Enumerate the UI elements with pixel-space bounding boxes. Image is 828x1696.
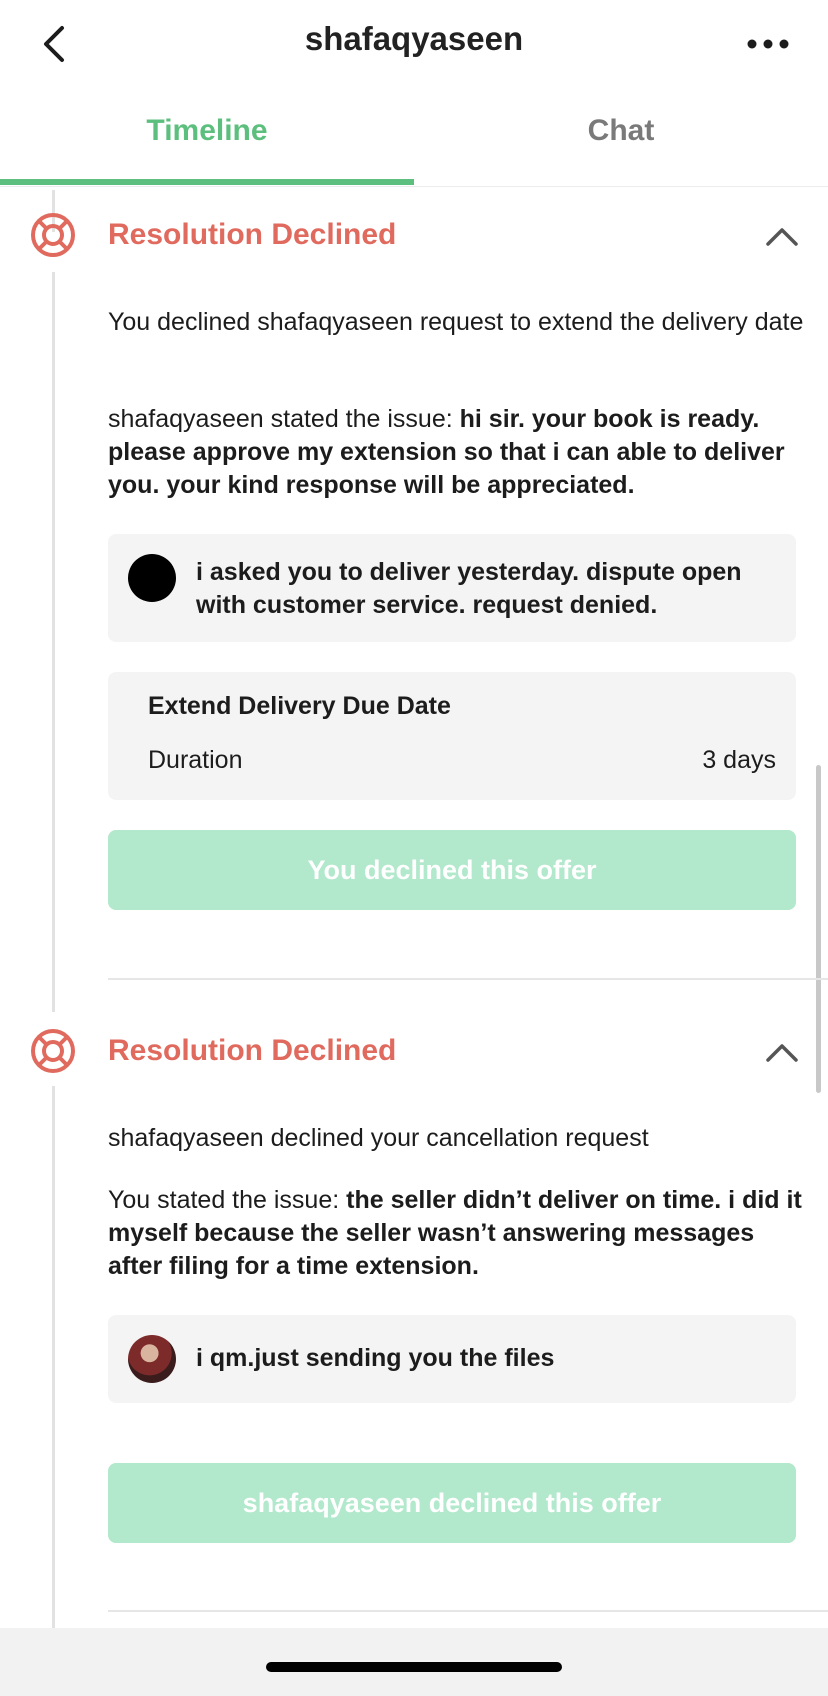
timeline-line: [52, 272, 55, 1012]
section-divider: [108, 1610, 828, 1612]
chevron-up-icon[interactable]: [764, 1040, 800, 1064]
tab-timeline[interactable]: Timeline: [0, 114, 414, 148]
issue-prefix: shafaqyaseen stated the issue:: [108, 405, 460, 433]
offer-status-button[interactable]: You declined this offer: [108, 830, 796, 910]
section-divider: [108, 978, 828, 980]
section-title: Resolution Declined: [108, 1034, 397, 1067]
reply-message: i asked you to deliver yesterday. disput…: [108, 534, 796, 642]
timeline-line: [52, 1086, 55, 1628]
page-title: shafaqyaseen: [304, 20, 524, 57]
scrollbar[interactable]: [816, 765, 821, 1093]
issue-statement: You stated the issue: the seller didn’t …: [108, 1184, 808, 1283]
tab-bar: Timeline Chat: [0, 100, 828, 187]
offer-details: Extend Delivery Due Date Duration 3 days: [108, 672, 796, 800]
tab-chat[interactable]: Chat: [414, 114, 828, 148]
lifebuoy-icon: [31, 1029, 75, 1073]
reply-text: i qm.just sending you the files: [196, 1344, 555, 1372]
active-tab-indicator: [0, 179, 414, 185]
more-options-icon[interactable]: [744, 30, 792, 58]
issue-statement: shafaqyaseen stated the issue: hi sir. y…: [108, 403, 808, 502]
offer-status-button[interactable]: shafaqyaseen declined this offer: [108, 1463, 796, 1543]
home-indicator-bar: [0, 1628, 828, 1696]
reply-text: i asked you to deliver yesterday. disput…: [196, 558, 742, 619]
avatar: [128, 554, 176, 602]
resolution-summary: shafaqyaseen declined your cancellation …: [108, 1124, 649, 1152]
chevron-up-icon[interactable]: [764, 224, 800, 248]
resolution-summary: You declined shafaqyaseen request to ext…: [108, 308, 804, 336]
app-header: shafaqyaseen: [0, 0, 828, 90]
reply-message: i qm.just sending you the files: [108, 1315, 796, 1403]
duration-label: Duration: [148, 746, 243, 774]
avatar: [128, 1335, 176, 1383]
section-title: Resolution Declined: [108, 218, 397, 251]
offer-title: Extend Delivery Due Date: [148, 692, 451, 720]
lifebuoy-icon: [31, 213, 75, 257]
issue-prefix: You stated the issue:: [108, 1186, 347, 1214]
duration-value: 3 days: [702, 746, 776, 774]
